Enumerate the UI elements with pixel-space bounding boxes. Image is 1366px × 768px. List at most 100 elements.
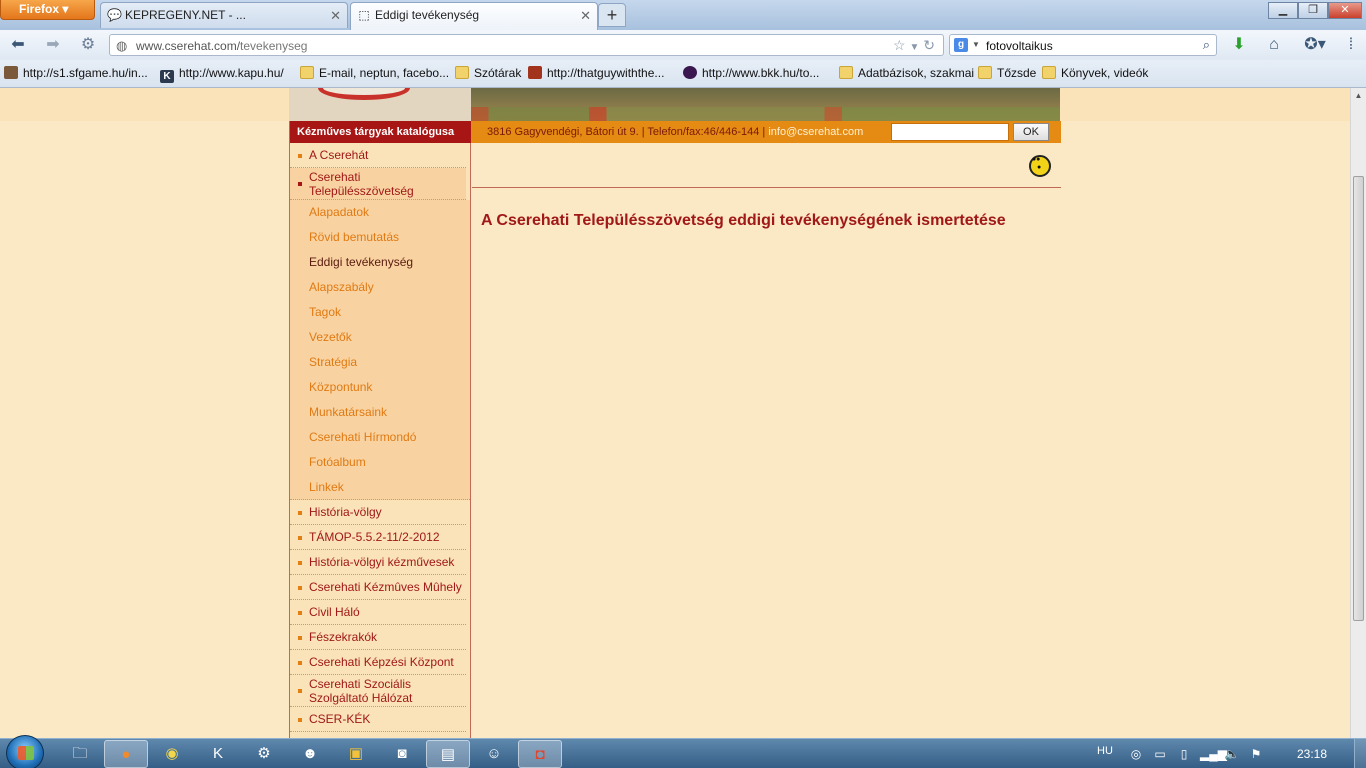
submenu-item-munkatarsaink[interactable]: Munkatársaink — [290, 400, 470, 425]
scrollbar-thumb[interactable] — [1353, 176, 1364, 621]
action-center-flag-icon[interactable]: ⚑ — [1248, 746, 1264, 762]
close-icon[interactable]: ✕ — [580, 3, 591, 28]
bookmarks-menu-button[interactable]: ✪▾ — [1298, 34, 1332, 56]
back-button[interactable]: ⬅ — [5, 34, 31, 56]
tools-menu-button[interactable]: ⁞ — [1338, 34, 1364, 56]
url-text[interactable]: www.cserehat.com/tevekenyseg — [136, 39, 307, 53]
taskbar-app-mask[interactable]: ☻ — [288, 740, 332, 768]
bookmark-kapu[interactable]: Khttp://www.kapu.hu/ — [160, 66, 284, 83]
sidebar-item-feszekrakok[interactable]: Fészekrakók — [290, 625, 466, 650]
language-indicator[interactable]: HU — [1097, 745, 1113, 757]
bullet-icon — [298, 718, 302, 722]
bookmark-konyvek-folder[interactable]: Könyvek, videók — [1042, 66, 1148, 80]
bookmark-bkk[interactable]: http://www.bkk.hu/to... — [683, 66, 819, 80]
submenu-item-tagok[interactable]: Tagok — [290, 300, 470, 325]
url-bar[interactable]: ◍ www.cserehat.com/tevekenyseg ☆ ▼ ↻ — [109, 34, 944, 56]
accessibility-icon[interactable] — [1029, 155, 1051, 177]
site-search-button[interactable]: OK — [1013, 123, 1049, 141]
page-title: A Cserehati Településszövetség eddigi te… — [481, 212, 1006, 229]
sidebar-item-a-cserehat[interactable]: A Cserehát — [290, 143, 466, 168]
circle-icon — [683, 66, 697, 79]
forward-button[interactable]: ➡ — [40, 34, 66, 56]
sidebar-item-cser-kek[interactable]: CSER-KÉK — [290, 707, 466, 732]
search-bar[interactable]: g ▼ fotovoltaikus ⌕ — [949, 34, 1217, 56]
sidebar-item-kepzesi-kozpont[interactable]: Cserehati Képzési Központ — [290, 650, 466, 675]
volume-icon[interactable]: 🔈 — [1224, 746, 1240, 762]
folder-icon — [455, 66, 469, 79]
tray-monitor-icon[interactable]: ▭ — [1152, 746, 1168, 762]
scroll-up-arrow-icon[interactable]: ▲ — [1351, 88, 1366, 104]
home-button[interactable]: ⌂ — [1261, 34, 1287, 56]
bookmark-szotarak-folder[interactable]: Szótárak — [455, 66, 521, 80]
close-icon[interactable]: ✕ — [330, 3, 341, 28]
tray-device-icon[interactable]: ▯ — [1176, 746, 1192, 762]
tab-kepregeny[interactable]: 💬 KEPREGENY.NET - ... ✕ — [100, 2, 348, 28]
taskbar-chrome[interactable]: ◉ — [150, 740, 194, 768]
bookmark-label: Tőzsde — [997, 66, 1037, 80]
star-icon[interactable]: ☆ — [893, 37, 906, 53]
taskbar-app-avatar[interactable]: ☺ — [472, 740, 516, 768]
network-signal-icon[interactable]: ▂▄▆ — [1200, 746, 1227, 762]
reload-icon[interactable]: ↻ — [923, 37, 935, 53]
new-tab-button[interactable]: + — [598, 3, 626, 27]
search-icon[interactable]: ⌕ — [1203, 37, 1210, 53]
sidebar-item-label: Cserehati Képzési Központ — [309, 655, 454, 669]
tray-app-icon[interactable]: ◎ — [1128, 746, 1144, 762]
url-path: tevekenyseg — [240, 39, 308, 53]
sidebar-item-historia-kezmuvesek[interactable]: História-völgyi kézművesek — [290, 550, 466, 575]
chevron-down-icon[interactable]: ▼ — [972, 40, 980, 49]
submenu-item-alapadatok[interactable]: Alapadatok — [290, 200, 470, 225]
taskbar-explorer[interactable]: 🗀 — [58, 740, 102, 768]
taskbar-firefox[interactable]: ● — [104, 740, 148, 768]
bookmarks-toolbar: http://s1.sfgame.hu/in... Khttp://www.ka… — [0, 60, 1366, 88]
taskbar-app-gear[interactable]: ⚙ — [242, 740, 286, 768]
show-desktop-button[interactable] — [1354, 739, 1366, 768]
submenu-item-kozpontunk[interactable]: Központunk — [290, 375, 470, 400]
bookmark-thatguy[interactable]: http://thatguywiththe... — [528, 66, 664, 80]
sidebar-item-tamop[interactable]: TÁMOP-5.5.2-11/2-2012 — [290, 525, 466, 550]
bookmark-sfgame[interactable]: http://s1.sfgame.hu/in... — [4, 66, 148, 80]
tab-eddigi-tevekenyseg[interactable]: ⬚ Eddigi tevékenység ✕ — [350, 2, 598, 30]
sidebar-item-telepulesszovetseg[interactable]: Cserehati Településszövetség — [290, 168, 466, 200]
sidebar-item-label: Szolgáltató Hálózat — [309, 691, 413, 705]
submenu-item-vezetok[interactable]: Vezetők — [290, 325, 470, 350]
bullet-icon — [298, 586, 302, 590]
restore-button[interactable]: ❐ — [1298, 2, 1328, 19]
firefox-menu-button[interactable]: Firefox ▾ — [0, 0, 95, 20]
site-search-input[interactable] — [891, 123, 1009, 141]
taskbar-app-red[interactable]: ◘ — [518, 740, 562, 768]
sidebar-item-label: Cserehati — [309, 170, 361, 184]
minimize-button[interactable]: ▁ — [1268, 2, 1298, 19]
taskbar-app-window[interactable]: ▤ — [426, 740, 470, 768]
submenu-item-strategia[interactable]: Stratégia — [290, 350, 470, 375]
bookmark-tozsde-folder[interactable]: Tőzsde — [978, 66, 1036, 80]
catalog-title[interactable]: Kézműves tárgyak katalógusa — [290, 121, 471, 143]
taskbar-app-robot[interactable]: ◙ — [380, 740, 424, 768]
page-scrollbar[interactable]: ▲ — [1350, 88, 1366, 738]
submenu-item-eddigi-tevekenyseg[interactable]: Eddigi tevékenység — [290, 250, 470, 275]
downloads-button[interactable]: ⬇ — [1226, 34, 1252, 56]
history-dropdown-icon[interactable]: ▼ — [909, 42, 919, 53]
download-arrow-icon: ⬇ — [1232, 36, 1246, 53]
sidebar-item-historia-volgy[interactable]: História-völgy — [290, 500, 466, 525]
sidebar-item-szocialis-halozat[interactable]: Cserehati Szociális Szolgáltató Hálózat — [290, 675, 466, 707]
bookmark-email-folder[interactable]: E-mail, neptun, facebo... — [300, 66, 449, 80]
submenu-item-hirmondo[interactable]: Cserehati Hírmondó — [290, 425, 470, 450]
submenu-item-linkek[interactable]: Linkek — [290, 475, 470, 500]
close-window-button[interactable]: ✕ — [1328, 2, 1362, 19]
google-icon[interactable]: g — [954, 38, 968, 52]
submenu-item-alapszabaly[interactable]: Alapszabály — [290, 275, 470, 300]
sidebar-item-civil-halo[interactable]: Civil Háló — [290, 600, 466, 625]
firefox-menu-label: Firefox — [19, 2, 60, 16]
clock[interactable]: 23:18 — [1297, 747, 1327, 761]
taskbar-dosbox[interactable]: ▣ — [334, 740, 378, 768]
submenu-item-fotoalbum[interactable]: Fotóalbum — [290, 450, 470, 475]
start-button[interactable] — [6, 735, 44, 768]
email-link[interactable]: info@cserehat.com — [768, 126, 863, 138]
sidebar-item-kezmuves-muhely[interactable]: Cserehati Kézmûves Mûhely — [290, 575, 466, 600]
bookmark-adatbazisok-folder[interactable]: Adatbázisok, szakmai — [839, 66, 974, 80]
addon-button[interactable]: ⚙ — [75, 34, 101, 56]
search-input[interactable]: fotovoltaikus — [986, 39, 1053, 53]
submenu-item-rovid-bemutatas[interactable]: Rövid bemutatás — [290, 225, 470, 250]
taskbar-app-k[interactable]: K — [196, 740, 240, 768]
